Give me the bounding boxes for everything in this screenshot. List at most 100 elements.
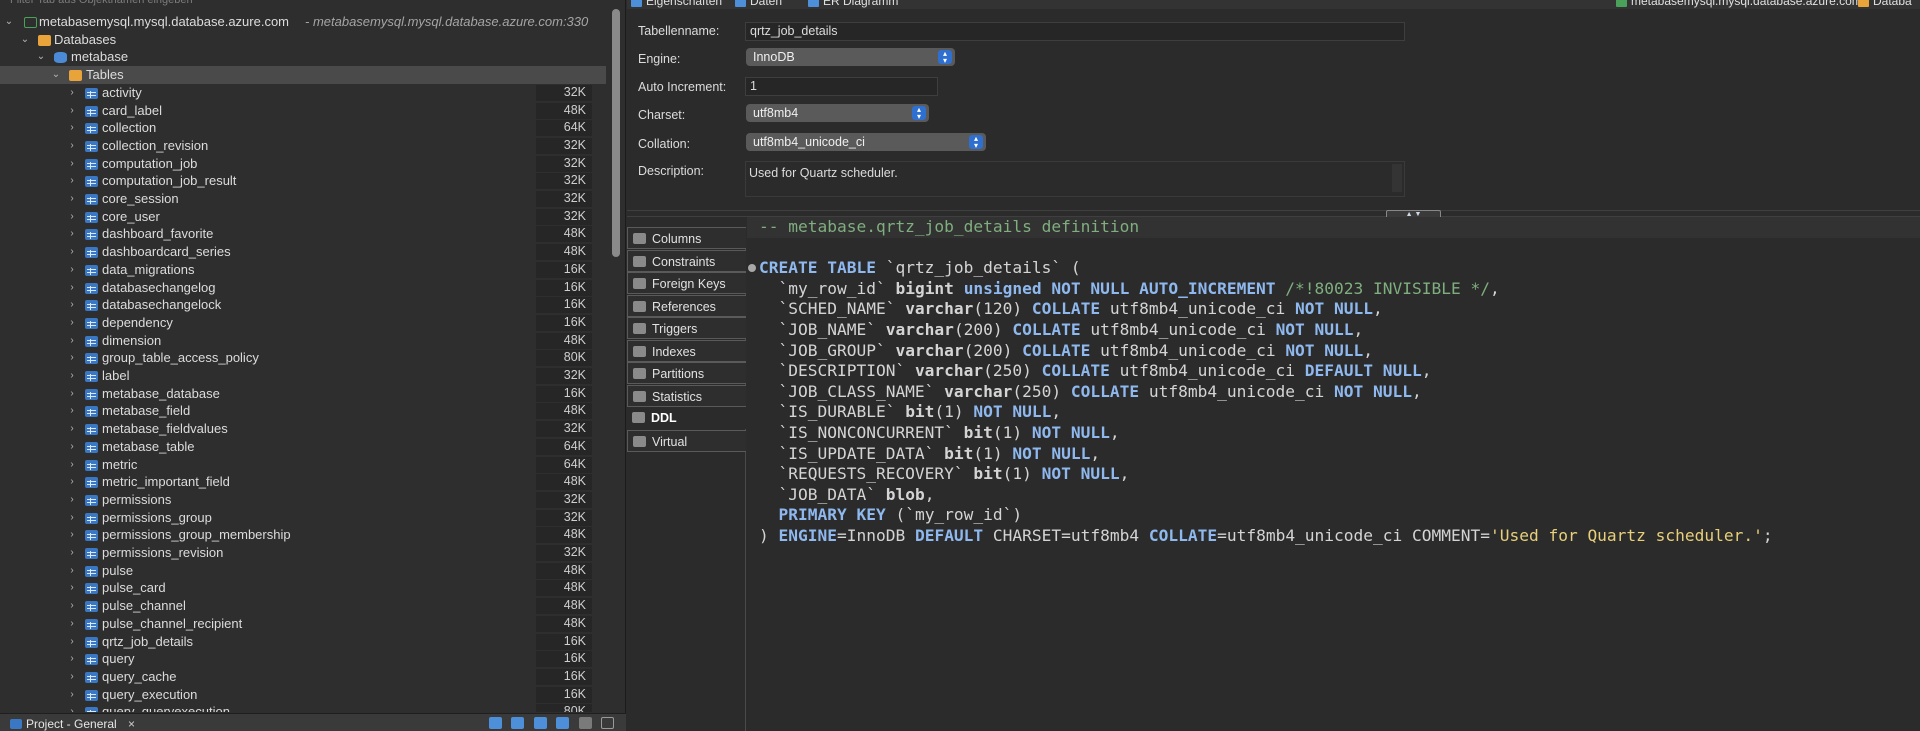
chevron-right-icon[interactable]: › bbox=[66, 296, 78, 314]
table-row[interactable]: › pulse_channel_recipient 48K bbox=[0, 615, 606, 633]
tab-virtual[interactable]: Virtual bbox=[627, 429, 746, 452]
tab-connection[interactable]: metabasemysql.mysql.database.azure.com bbox=[1616, 0, 1862, 8]
table-row[interactable]: › activity 32K bbox=[0, 84, 606, 102]
chevron-right-icon[interactable]: › bbox=[66, 473, 78, 491]
chevron-right-icon[interactable]: › bbox=[66, 314, 78, 332]
table-row[interactable]: › query_queryexecution 80K bbox=[0, 703, 606, 712]
table-row[interactable]: › data_migrations 16K bbox=[0, 261, 606, 279]
table-row[interactable]: › dashboardcard_series 48K bbox=[0, 243, 606, 261]
tab-references[interactable]: References bbox=[627, 294, 746, 317]
table-row[interactable]: › query 16K bbox=[0, 650, 606, 668]
maximize-icon[interactable] bbox=[601, 717, 614, 729]
chevron-right-icon[interactable]: › bbox=[66, 119, 78, 137]
tab-constraints[interactable]: Constraints bbox=[627, 249, 746, 272]
tab-er-diagramm[interactable]: ER Diagramm bbox=[808, 0, 898, 8]
chevron-right-icon[interactable]: › bbox=[66, 420, 78, 438]
chevron-right-icon[interactable]: › bbox=[66, 349, 78, 367]
chevron-right-icon[interactable]: › bbox=[66, 279, 78, 297]
table-row[interactable]: › metabase_fieldvalues 32K bbox=[0, 420, 606, 438]
description-scrollbar[interactable] bbox=[1392, 164, 1402, 192]
table-row[interactable]: › permissions_group_membership 48K bbox=[0, 526, 606, 544]
project-tab[interactable]: Project - General × bbox=[8, 716, 135, 731]
table-row[interactable]: › metric 64K bbox=[0, 456, 606, 474]
table-row[interactable]: › card_label 48K bbox=[0, 102, 606, 120]
table-row[interactable]: › permissions_group 32K bbox=[0, 509, 606, 527]
table-row[interactable]: › core_user 32K bbox=[0, 208, 606, 226]
chevron-down-icon[interactable]: ⌄ bbox=[50, 66, 62, 84]
table-row[interactable]: › query_execution 16K bbox=[0, 686, 606, 704]
tree-database-metabase[interactable]: ⌄ metabase bbox=[0, 48, 606, 66]
table-row[interactable]: › dependency 16K bbox=[0, 314, 606, 332]
chevron-right-icon[interactable]: › bbox=[66, 579, 78, 597]
table-row[interactable]: › collection_revision 32K bbox=[0, 137, 606, 155]
table-row[interactable]: › metabase_field 48K bbox=[0, 402, 606, 420]
chevron-right-icon[interactable]: › bbox=[66, 703, 78, 712]
chevron-right-icon[interactable]: › bbox=[66, 243, 78, 261]
chevron-down-icon[interactable]: ⌄ bbox=[19, 31, 31, 49]
charset-select[interactable]: utf8mb4 ▴ ▾ bbox=[746, 104, 929, 122]
table-row[interactable]: › pulse_card 48K bbox=[0, 579, 606, 597]
tab-triggers[interactable]: Triggers bbox=[627, 317, 746, 340]
chevron-right-icon[interactable]: › bbox=[66, 225, 78, 243]
table-row[interactable]: › permissions 32K bbox=[0, 491, 606, 509]
chevron-right-icon[interactable]: › bbox=[66, 491, 78, 509]
chevron-right-icon[interactable]: › bbox=[66, 84, 78, 102]
table-name-input[interactable]: qrtz_job_details bbox=[745, 22, 1405, 41]
chevron-right-icon[interactable]: › bbox=[66, 615, 78, 633]
chevron-right-icon[interactable]: › bbox=[66, 172, 78, 190]
chevron-right-icon[interactable]: › bbox=[66, 261, 78, 279]
table-row[interactable]: › collection 64K bbox=[0, 119, 606, 137]
chevron-right-icon[interactable]: › bbox=[66, 597, 78, 615]
chevron-down-icon[interactable]: ⌄ bbox=[3, 13, 15, 31]
table-row[interactable]: › metabase_table 64K bbox=[0, 438, 606, 456]
tab-columns[interactable]: Columns bbox=[627, 227, 746, 250]
table-row[interactable]: › permissions_revision 32K bbox=[0, 544, 606, 562]
chevron-right-icon[interactable]: › bbox=[66, 544, 78, 562]
description-textarea[interactable]: Used for Quartz scheduler. bbox=[745, 161, 1405, 197]
link-icon[interactable] bbox=[488, 717, 502, 729]
chevron-right-icon[interactable]: › bbox=[66, 668, 78, 686]
table-row[interactable]: › dimension 48K bbox=[0, 332, 606, 350]
chevron-right-icon[interactable]: › bbox=[66, 367, 78, 385]
table-row[interactable]: › pulse 48K bbox=[0, 562, 606, 580]
auto-increment-input[interactable]: 1 bbox=[745, 77, 938, 96]
chevron-right-icon[interactable]: › bbox=[66, 509, 78, 527]
table-row[interactable]: › metric_important_field 48K bbox=[0, 473, 606, 491]
fold-marker-icon[interactable] bbox=[748, 264, 756, 273]
tab-eigenschaften[interactable]: Eigenschaften bbox=[631, 0, 722, 8]
chevron-right-icon[interactable]: › bbox=[66, 650, 78, 668]
add-icon[interactable] bbox=[533, 717, 547, 729]
chevron-right-icon[interactable]: › bbox=[66, 438, 78, 456]
table-row[interactable]: › pulse_channel 48K bbox=[0, 597, 606, 615]
minimize-icon[interactable] bbox=[578, 717, 592, 729]
table-row[interactable]: › label 32K bbox=[0, 367, 606, 385]
chevron-right-icon[interactable]: › bbox=[66, 102, 78, 120]
chevron-right-icon[interactable]: › bbox=[66, 686, 78, 704]
tab-partitions[interactable]: Partitions bbox=[627, 362, 746, 385]
close-icon[interactable]: × bbox=[128, 717, 135, 731]
chevron-right-icon[interactable]: › bbox=[66, 332, 78, 350]
table-row[interactable]: › group_table_access_policy 80K bbox=[0, 349, 606, 367]
tab-foreign-keys[interactable]: Foreign Keys bbox=[627, 272, 746, 295]
ddl-editor[interactable]: -- metabase.qrtz_job_details definition … bbox=[747, 217, 1920, 731]
tab-statistics[interactable]: Statistics bbox=[627, 384, 746, 407]
tab-ddl[interactable]: DDL bbox=[627, 407, 746, 430]
chevron-right-icon[interactable]: › bbox=[66, 402, 78, 420]
chevron-right-icon[interactable]: › bbox=[66, 526, 78, 544]
table-row[interactable]: › query_cache 16K bbox=[0, 668, 606, 686]
table-row[interactable]: › dashboard_favorite 48K bbox=[0, 225, 606, 243]
tab-daten[interactable]: Daten bbox=[735, 0, 782, 8]
chevron-down-icon[interactable]: ⌄ bbox=[35, 48, 47, 66]
table-row[interactable]: › metabase_database 16K bbox=[0, 385, 606, 403]
chevron-right-icon[interactable]: › bbox=[66, 385, 78, 403]
scrollbar-thumb[interactable] bbox=[612, 9, 620, 257]
settings-icon[interactable] bbox=[556, 717, 570, 729]
chevron-right-icon[interactable]: › bbox=[66, 137, 78, 155]
table-row[interactable]: › core_session 32K bbox=[0, 190, 606, 208]
table-row[interactable]: › qrtz_job_details 16K bbox=[0, 633, 606, 651]
table-row[interactable]: › databasechangelog 16K bbox=[0, 279, 606, 297]
navigator-scrollbar[interactable] bbox=[610, 7, 622, 707]
tab-databases[interactable]: Databa bbox=[1858, 0, 1912, 8]
table-row[interactable]: › computation_job 32K bbox=[0, 155, 606, 173]
collapse-icon[interactable] bbox=[511, 717, 525, 729]
